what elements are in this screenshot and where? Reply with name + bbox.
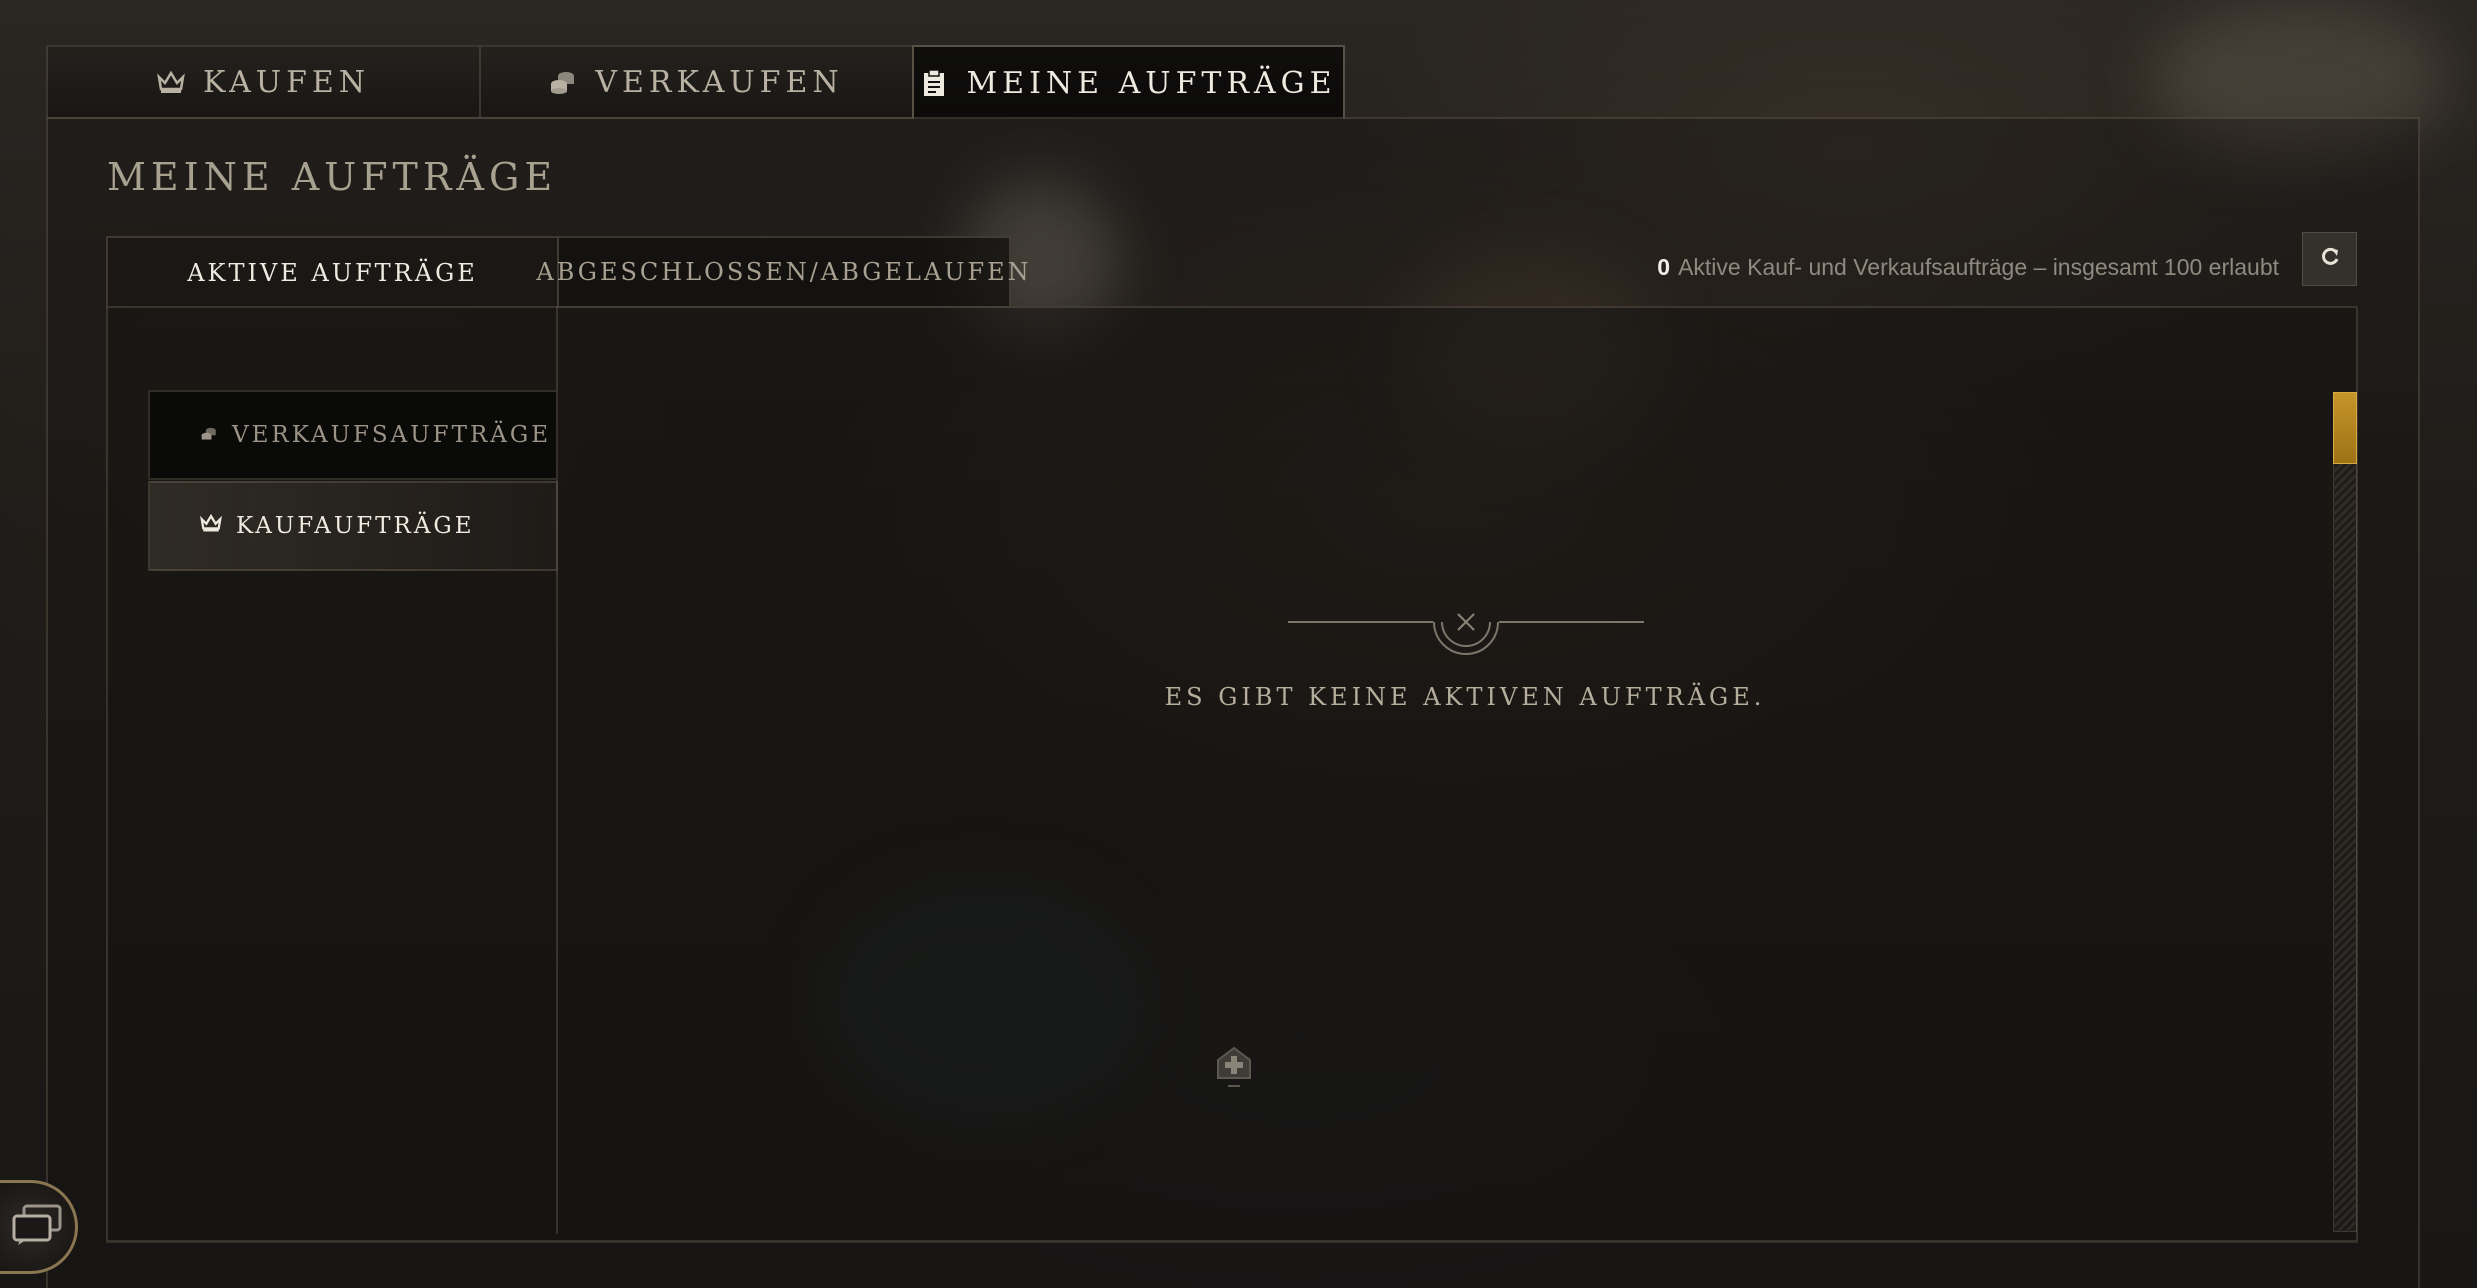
coins-icon (200, 422, 218, 448)
cursor-icon (1214, 1044, 1254, 1092)
sub-tab-label: ABGESCHLOSSEN/ABGELAUFEN (536, 258, 1032, 286)
scrollbar-track[interactable] (2333, 392, 2357, 1232)
tab-label: VERKAUFEN (595, 64, 844, 100)
sidebar-item-kaufauftraege[interactable]: KAUFAUFTRÄGE (148, 481, 558, 571)
refresh-button[interactable] (2302, 232, 2357, 286)
refresh-icon (2319, 246, 2341, 272)
tab-abgeschlossen-abgelaufen[interactable]: ABGESCHLOSSEN/ABGELAUFEN (536, 236, 1029, 308)
tab-verkaufen[interactable]: VERKAUFEN (479, 45, 912, 119)
page-title: MEINE AUFTRÄGE (107, 155, 558, 199)
clipboard-icon (920, 69, 948, 97)
order-count-number: 0 (1657, 253, 1671, 280)
order-count: 0 Aktive Kauf- und Verkaufsaufträge – in… (1657, 242, 2279, 292)
order-count-text: Aktive Kauf- und Verkaufsaufträge – insg… (1678, 253, 2279, 280)
tab-meine-auftraege[interactable]: MEINE AUFTRÄGE (912, 45, 1345, 119)
tab-label: KAUFEN (202, 64, 371, 100)
sidebar-item-label: VERKAUFSAUFTRÄGE (232, 422, 552, 448)
crown-icon (157, 68, 185, 96)
sidebar-item-label: KAUFAUFTRÄGE (236, 513, 475, 539)
crown-icon (200, 513, 222, 539)
tab-label: MEINE AUFTRÄGE (966, 65, 1337, 101)
empty-state-message: ES GIBT KEINE AKTIVEN AUFTRÄGE. (1164, 683, 1766, 711)
sub-tab-label: AKTIVE AUFTRÄGE (187, 259, 478, 287)
scrollbar-thumb[interactable] (2333, 392, 2357, 464)
divider (106, 1242, 2358, 1243)
sidebar-item-verkaufsauftraege[interactable]: VERKAUFSAUFTRÄGE (148, 390, 558, 480)
tab-kaufen[interactable]: KAUFEN (46, 45, 479, 119)
coins-icon (549, 68, 577, 96)
chat-icon (10, 1204, 64, 1250)
tab-aktive-auftraege[interactable]: AKTIVE AUFTRÄGE (106, 236, 559, 308)
empty-state-emblem-icon (1288, 600, 1644, 660)
main-tabs: KAUFEN VERKAUFEN MEINE AUFTRÄGE (46, 45, 1345, 119)
